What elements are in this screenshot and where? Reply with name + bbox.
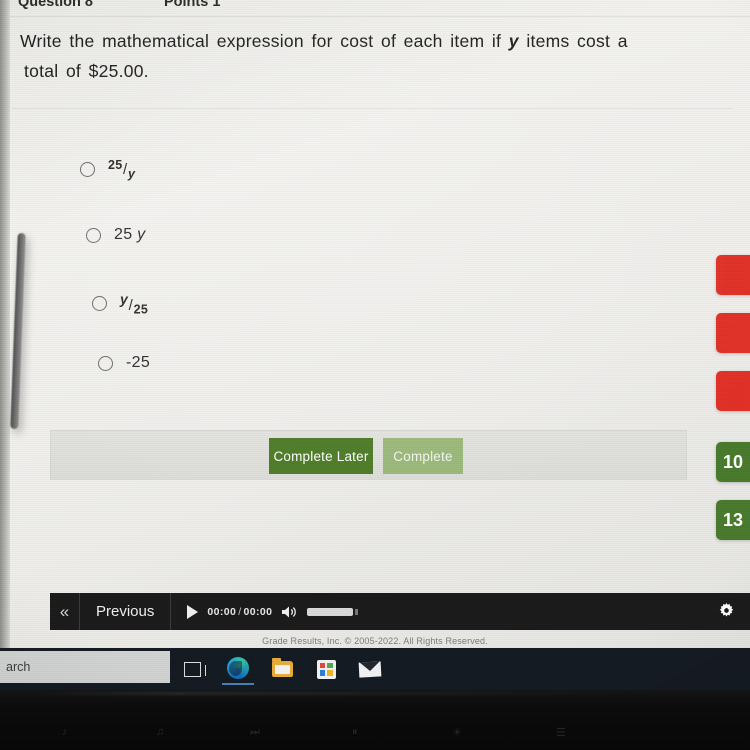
option-c-numerator: y	[120, 291, 129, 307]
option-d-value: -25	[126, 354, 151, 371]
volume-slider[interactable]	[307, 607, 359, 616]
header-divider	[10, 16, 750, 17]
question-points: Points 1	[164, 0, 221, 10]
fkey-icon-4: ⏸	[352, 726, 358, 738]
answer-option-d-label: -25	[126, 354, 150, 372]
answer-option-a[interactable]: 25/y	[80, 158, 135, 181]
option-c-denominator: 25	[133, 302, 149, 317]
mail-icon[interactable]	[354, 653, 386, 685]
radio-button-b[interactable]	[86, 227, 101, 243]
radio-button-a[interactable]	[80, 162, 95, 177]
gear-icon[interactable]	[719, 602, 734, 621]
fkey-icon-1: ♪	[62, 726, 68, 738]
deck-highlight	[20, 692, 640, 695]
question-divider	[12, 108, 732, 109]
question-header: Question 8 Points 1	[14, 0, 734, 12]
player-navigation-bar: « Previous 00:00/00:00	[50, 593, 750, 630]
question-number: Question 8	[18, 0, 93, 10]
screen-left-bezel	[0, 0, 10, 648]
complete-button[interactable]: Complete	[383, 438, 463, 474]
laptop-keyboard-deck: ♪ ♫ ⏭ ⏸ ☀ ☰	[0, 690, 750, 750]
answer-option-b[interactable]: 25 y	[86, 226, 145, 244]
task-view-icon[interactable]	[176, 653, 208, 685]
microsoft-store-icon[interactable]	[310, 653, 342, 685]
question-text: Write the mathematical expression for co…	[20, 26, 736, 86]
answer-option-c-label: y/25	[120, 291, 148, 317]
dark-vertical-artifact	[10, 232, 26, 430]
palette-item-13[interactable]: 13	[716, 500, 750, 540]
question-text-line2: total of $25.00.	[24, 61, 149, 81]
option-b-variable: y	[137, 226, 146, 243]
previous-button[interactable]: Previous	[80, 593, 172, 630]
palette-item-3[interactable]	[716, 371, 750, 411]
speaker-icon[interactable]	[281, 605, 298, 619]
answer-option-a-label: 25/y	[108, 158, 135, 181]
option-a-numerator: 25	[108, 158, 123, 172]
time-separator: /	[238, 605, 242, 618]
answer-option-d[interactable]: -25	[98, 354, 150, 372]
copyright-footer: Grade Results, Inc. © 2005-2022. All Rig…	[262, 636, 488, 646]
media-time-display: 00:00/00:00	[207, 606, 272, 618]
question-text-part1: Write the mathematical expression for co…	[20, 31, 509, 51]
complete-later-button[interactable]: Complete Later	[269, 438, 373, 474]
radio-button-c[interactable]	[92, 296, 107, 312]
answer-option-b-label: 25 y	[114, 226, 145, 244]
fkey-icon-6: ☰	[556, 727, 566, 739]
fkey-icon-3: ⏭	[250, 726, 260, 738]
question-variable: y	[508, 31, 519, 51]
windows-taskbar: arch	[0, 648, 750, 690]
double-chevron-left-icon[interactable]: «	[50, 593, 80, 630]
option-b-coefficient: 25	[114, 226, 138, 243]
option-a-denominator: y	[127, 167, 136, 181]
palette-item-1[interactable]	[716, 255, 750, 295]
question-text-part2: items cost a	[518, 31, 628, 51]
play-icon[interactable]	[187, 604, 199, 619]
fkey-icon-2: ♫	[156, 726, 165, 738]
radio-button-d[interactable]	[98, 355, 113, 371]
laptop-screen-photo: Question 8 Points 1 Write the mathematic…	[0, 0, 750, 750]
palette-item-10[interactable]: 10	[716, 442, 750, 482]
action-button-bar: Complete Later Complete	[50, 430, 687, 480]
edge-browser-icon[interactable]	[222, 653, 254, 685]
palette-item-2[interactable]	[716, 313, 750, 353]
media-controls: 00:00/00:00	[171, 604, 359, 619]
fkey-icon-5: ☀	[452, 727, 462, 739]
current-time: 00:00	[207, 605, 237, 618]
total-time: 00:00	[243, 605, 273, 618]
answer-option-c[interactable]: y/25	[92, 291, 148, 317]
taskbar-search-input[interactable]: arch	[0, 651, 170, 683]
file-explorer-icon[interactable]	[266, 653, 298, 685]
browser-content: Question 8 Points 1 Write the mathematic…	[0, 0, 750, 648]
